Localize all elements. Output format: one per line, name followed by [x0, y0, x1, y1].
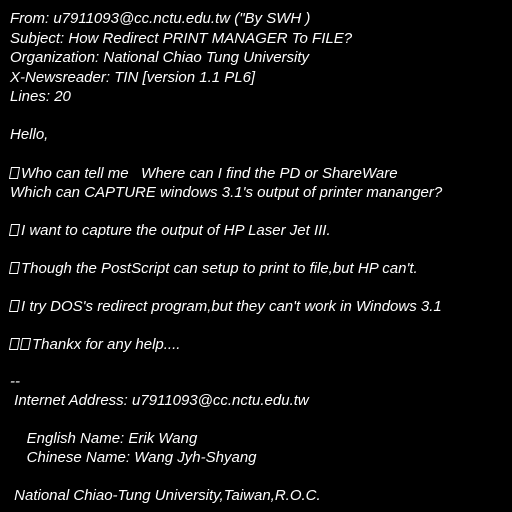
newsreader-line: X-Newsreader: TIN [version 1.1 PL6] [10, 69, 256, 86]
missing-glyph-box-icon [8, 300, 21, 312]
signature-internet-address: Internet Address: u7911093@cc.nctu.edu.t… [10, 392, 309, 409]
signature-separator: -- [10, 373, 20, 390]
message-text-screen: From: u7911093@cc.nctu.edu.tw ("By SWH )… [0, 0, 512, 512]
subject-line: Subject: How Redirect PRINT MANAGER To F… [10, 30, 353, 47]
from-line: From: u7911093@cc.nctu.edu.tw ("By SWH ) [10, 10, 311, 27]
paragraph-3-text: Though the PostScript can setup to print… [21, 260, 418, 277]
paragraph-5: Thankx for any help.... [8, 335, 181, 355]
organization-line: Organization: National Chiao Tung Univer… [10, 49, 310, 66]
paragraph-1-line-1-text: Who can tell me Where can I find the PD … [21, 165, 398, 182]
missing-glyph-box-icon [8, 167, 21, 179]
missing-glyph-box-icon [8, 338, 21, 350]
paragraph-4: I try DOS's redirect program,but they ca… [8, 297, 442, 317]
greeting-line: Hello, [10, 126, 49, 143]
paragraph-1-line-1: Who can tell me Where can I find the PD … [8, 164, 398, 184]
signature-english-name: English Name: Erik Wang [10, 430, 198, 447]
paragraph-4-text: I try DOS's redirect program,but they ca… [21, 298, 442, 315]
missing-glyph-box-icon [8, 262, 21, 274]
paragraph-5-text: Thankx for any help.... [32, 336, 181, 353]
paragraph-1-line-2: Which can CAPTURE windows 3.1's output o… [10, 184, 443, 201]
signature-affiliation: National Chiao-Tung University,Taiwan,R.… [10, 487, 321, 504]
missing-glyph-box-icon [19, 338, 32, 350]
lines-count-line: Lines: 20 [10, 88, 71, 105]
signature-chinese-name: Chinese Name: Wang Jyh-Shyang [10, 449, 257, 466]
missing-glyph-box-icon [8, 224, 21, 236]
paragraph-3: Though the PostScript can setup to print… [8, 259, 418, 279]
paragraph-2-text: I want to capture the output of HP Laser… [21, 222, 331, 239]
paragraph-2: I want to capture the output of HP Laser… [8, 221, 331, 241]
